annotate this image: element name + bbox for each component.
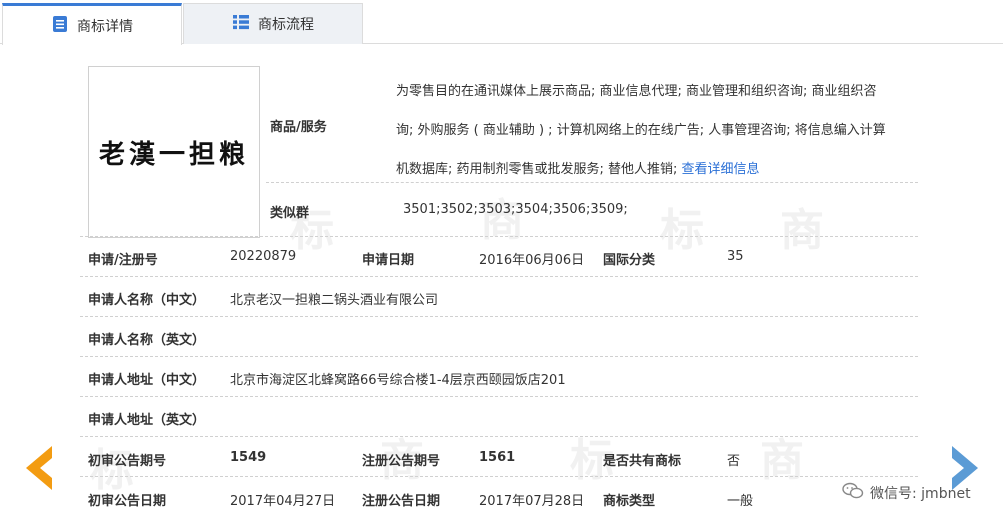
trademark-type-label: 商标类型 bbox=[603, 494, 656, 509]
divider bbox=[80, 436, 918, 437]
trademark-image: 老漢一担粮 bbox=[88, 66, 260, 238]
tab-label: 商标详情 bbox=[77, 18, 133, 35]
applicant-name-cn-value: 北京老汉一担粮二锅头酒业有限公司 bbox=[230, 293, 439, 308]
divider bbox=[80, 276, 918, 277]
prelim-pub-no-value: 1549 bbox=[230, 450, 267, 465]
divider bbox=[80, 236, 918, 237]
shared-trademark-label: 是否共有商标 bbox=[603, 454, 682, 469]
tab-trademark-process[interactable]: 商标流程 bbox=[183, 3, 363, 44]
document-icon bbox=[51, 15, 69, 37]
goods-services-value: 为零售目的在通讯媒体上展示商品; 商业信息代理; 商业管理和组织咨询; 商业组织… bbox=[396, 72, 921, 189]
tab-bar: 商标详情 商标流程 bbox=[0, 0, 1003, 45]
goods-services-label: 商品/服务 bbox=[270, 120, 327, 135]
similar-group-value: 3501;3502;3503;3504;3506;3509; bbox=[403, 202, 628, 217]
prelim-pub-date-label: 初审公告日期 bbox=[88, 494, 167, 509]
divider bbox=[80, 316, 918, 317]
shared-trademark-value: 否 bbox=[727, 454, 741, 469]
tab-label: 商标流程 bbox=[258, 17, 314, 33]
divider bbox=[266, 182, 918, 183]
goods-line: 为零售目的在通讯媒体上展示商品; 商业信息代理; 商业管理和组织咨询; 商业组织… bbox=[396, 84, 877, 99]
divider bbox=[80, 356, 918, 357]
goods-line-text: 机数据库; 药用制剂零售或批发服务; 替他人推销; bbox=[396, 162, 678, 177]
view-details-link[interactable]: 查看详细信息 bbox=[682, 162, 760, 177]
wechat-id-text: 微信号: jmbnet bbox=[870, 486, 971, 502]
wechat-icon bbox=[842, 482, 864, 504]
applicant-name-cn-label: 申请人名称（中文） bbox=[88, 293, 206, 308]
apply-date-value: 2016年06月06日 bbox=[479, 253, 585, 268]
trademark-detail-panel: 老漢一担粮 商品/服务 为零售目的在通讯媒体上展示商品; 商业信息代理; 商业管… bbox=[0, 44, 1003, 517]
wechat-badge: 微信号: jmbnet bbox=[842, 482, 971, 504]
apply-date-label: 申请日期 bbox=[362, 253, 415, 268]
prelim-pub-no-label: 初审公告期号 bbox=[88, 454, 167, 469]
intl-class-label: 国际分类 bbox=[603, 253, 656, 268]
prelim-pub-date-value: 2017年04月27日 bbox=[230, 494, 336, 509]
applicant-address-cn-value: 北京市海淀区北蜂窝路66号综合楼1-4层京西颐园饭店201 bbox=[230, 373, 566, 388]
prev-button[interactable] bbox=[22, 444, 56, 492]
applicant-address-en-label: 申请人地址（英文） bbox=[88, 413, 206, 428]
reg-no-label: 申请/注册号 bbox=[88, 253, 158, 268]
similar-group-label: 类似群 bbox=[270, 206, 310, 221]
list-icon bbox=[232, 14, 250, 34]
reg-pub-no-value: 1561 bbox=[479, 450, 516, 465]
reg-pub-no-label: 注册公告期号 bbox=[362, 454, 441, 469]
applicant-name-en-label: 申请人名称（英文） bbox=[88, 333, 206, 348]
goods-line: 询; 外购服务 ( 商业辅助 ) ; 计算机网络上的在线广告; 人事管理咨询; … bbox=[396, 123, 886, 138]
goods-line-last: 机数据库; 药用制剂零售或批发服务; 替他人推销; 查看详细信息 bbox=[396, 150, 921, 189]
divider bbox=[80, 476, 918, 477]
applicant-address-cn-label: 申请人地址（中文） bbox=[88, 373, 206, 388]
intl-class-value: 35 bbox=[727, 249, 744, 264]
reg-pub-date-label: 注册公告日期 bbox=[362, 494, 441, 509]
chevron-left-icon bbox=[26, 446, 52, 490]
trademark-type-value: 一般 bbox=[727, 494, 754, 509]
divider bbox=[80, 396, 918, 397]
trademark-image-text: 老漢一担粮 bbox=[98, 139, 249, 170]
tab-trademark-detail[interactable]: 商标详情 bbox=[2, 3, 182, 45]
reg-pub-date-value: 2017年07月28日 bbox=[479, 494, 585, 509]
reg-no-value: 20220879 bbox=[230, 249, 297, 264]
